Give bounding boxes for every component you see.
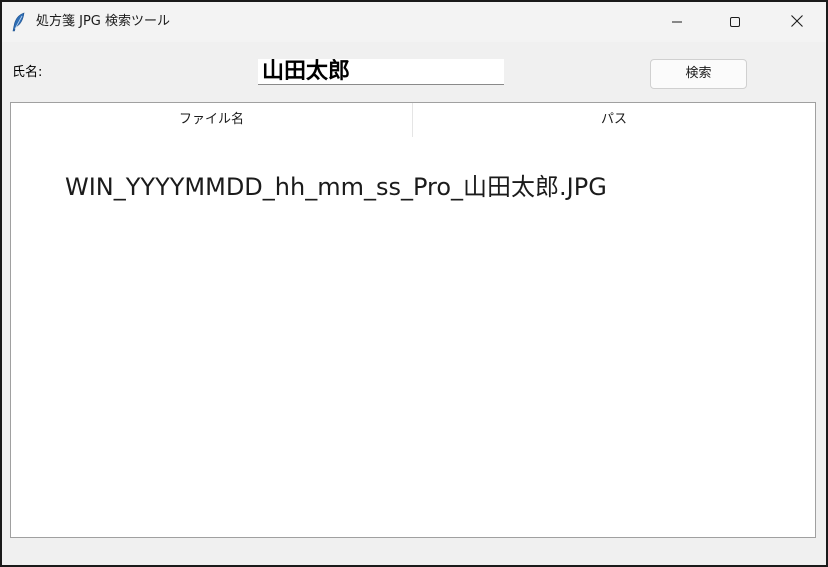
row-filename-cell: WIN_YYYYMMDD_hh_mm_ss_Pro_山田太郎.JPG: [65, 173, 607, 201]
feather-icon: [12, 12, 26, 32]
minimize-icon: [671, 13, 683, 32]
results-table[interactable]: ファイル名 パス WIN_YYYYMMDD_hh_mm_ss_Pro_山田太郎.…: [10, 102, 816, 538]
maximize-icon: [729, 13, 741, 32]
close-icon: [790, 13, 804, 32]
app-window: 処方箋 JPG 検索ツール 氏名: 山田太郎 検索 ファイル名 パス WIN_Y…: [0, 0, 828, 567]
name-label: 氏名:: [12, 65, 43, 80]
search-button[interactable]: 検索: [650, 59, 747, 89]
minimize-button[interactable]: [654, 2, 700, 42]
close-button[interactable]: [774, 2, 820, 42]
window-title: 処方箋 JPG 検索ツール: [36, 14, 171, 29]
title-bar[interactable]: 処方箋 JPG 検索ツール: [2, 2, 826, 42]
table-body: WIN_YYYYMMDD_hh_mm_ss_Pro_山田太郎.JPG: [11, 137, 815, 537]
table-header: ファイル名 パス: [11, 103, 815, 137]
maximize-button[interactable]: [712, 2, 758, 42]
column-header-path[interactable]: パス: [413, 103, 815, 137]
column-header-filename[interactable]: ファイル名: [11, 103, 413, 137]
name-input[interactable]: 山田太郎: [258, 59, 504, 85]
